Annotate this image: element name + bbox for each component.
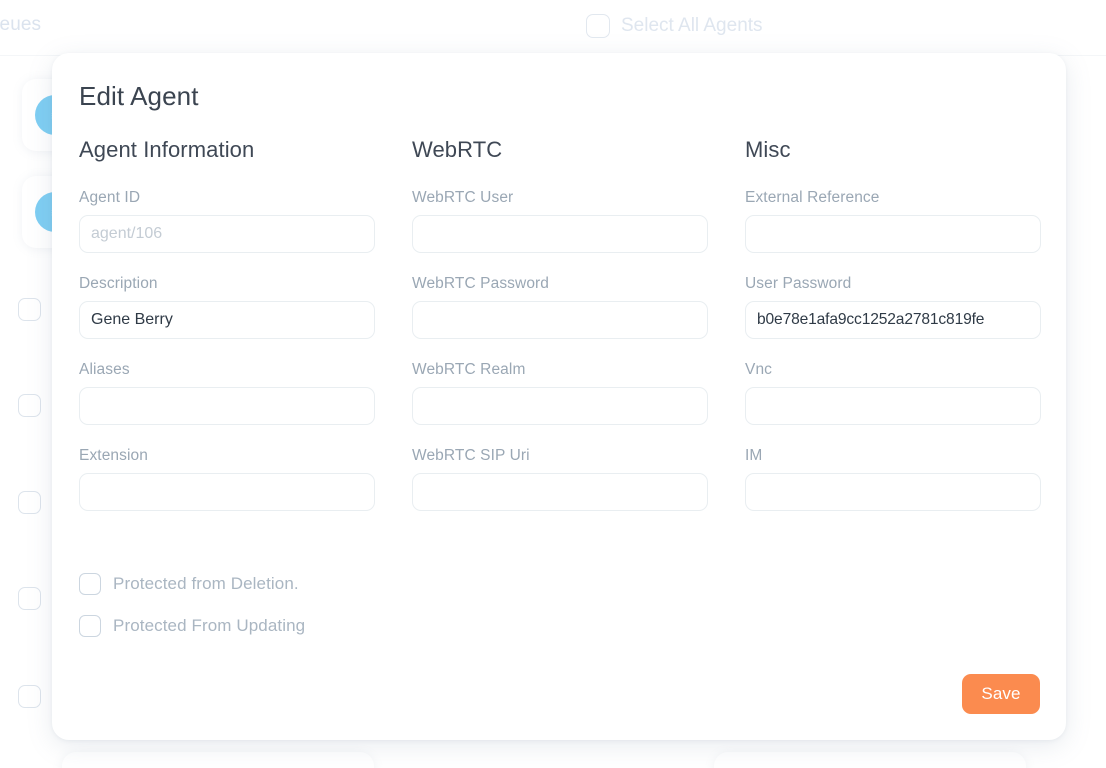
input-agent-id[interactable]: [79, 215, 375, 253]
checkbox-row-protected-from-updating[interactable]: Protected From Updating: [79, 615, 305, 637]
field-webrtc-user: WebRTC User: [412, 189, 708, 253]
label-agent-id: Agent ID: [79, 189, 141, 206]
label-external-reference: External Reference: [745, 189, 880, 206]
section-heading-agent-information: Agent Information: [79, 137, 255, 162]
input-external-reference[interactable]: [745, 215, 1041, 253]
label-im: IM: [745, 447, 763, 464]
field-extension: Extension: [79, 447, 375, 511]
input-description[interactable]: [79, 301, 375, 339]
agent-row-checkbox[interactable]: [18, 394, 41, 417]
field-description: Description: [79, 275, 375, 339]
agent-row-checkbox[interactable]: [18, 587, 41, 610]
protected-from-deletion-checkbox[interactable]: [79, 573, 101, 595]
form-columns: Agent Information Agent ID Description A…: [79, 137, 1041, 511]
column-misc: Misc External Reference User Password Vn…: [745, 137, 1041, 511]
breadcrumb-queues[interactable]: Queues: [0, 14, 41, 36]
section-heading-misc: Misc: [745, 137, 791, 162]
section-heading-webrtc: WebRTC: [412, 137, 503, 162]
agent-row-checkbox[interactable]: [18, 298, 41, 321]
field-im: IM: [745, 447, 1041, 511]
agent-card[interactable]: [62, 752, 374, 768]
field-webrtc-password: WebRTC Password: [412, 275, 708, 339]
field-webrtc-realm: WebRTC Realm: [412, 361, 708, 425]
protected-from-updating-checkbox[interactable]: [79, 615, 101, 637]
input-extension[interactable]: [79, 473, 375, 511]
agent-card[interactable]: [714, 752, 1026, 768]
field-user-password: User Password: [745, 275, 1041, 339]
app-root: Queues Select All Agents ≡ ≡ Edit Agent …: [0, 0, 1106, 768]
select-all-agents-checkbox[interactable]: [586, 14, 610, 38]
column-agent-information: Agent Information Agent ID Description A…: [79, 137, 375, 511]
checkbox-row-protected-from-deletion[interactable]: Protected from Deletion.: [79, 573, 305, 595]
select-all-agents-label: Select All Agents: [621, 15, 763, 36]
dialog-title: Edit Agent: [79, 81, 199, 111]
label-vnc: Vnc: [745, 361, 773, 378]
input-im[interactable]: [745, 473, 1041, 511]
protected-from-updating-label: Protected From Updating: [113, 616, 306, 635]
input-webrtc-realm[interactable]: [412, 387, 708, 425]
field-vnc: Vnc: [745, 361, 1041, 425]
label-webrtc-user: WebRTC User: [412, 189, 514, 206]
label-user-password: User Password: [745, 275, 852, 292]
field-webrtc-sip-uri: WebRTC SIP Uri: [412, 447, 708, 511]
label-aliases: Aliases: [79, 361, 130, 378]
edit-agent-dialog: Edit Agent Agent Information Agent ID De…: [52, 53, 1066, 740]
input-webrtc-password[interactable]: [412, 301, 708, 339]
field-agent-id: Agent ID: [79, 189, 375, 253]
input-aliases[interactable]: [79, 387, 375, 425]
field-aliases: Aliases: [79, 361, 375, 425]
label-webrtc-sip-uri: WebRTC SIP Uri: [412, 447, 530, 464]
agent-row-checkbox[interactable]: [18, 685, 41, 708]
input-webrtc-sip-uri[interactable]: [412, 473, 708, 511]
input-user-password[interactable]: [745, 301, 1041, 339]
input-webrtc-user[interactable]: [412, 215, 708, 253]
label-webrtc-password: WebRTC Password: [412, 275, 550, 292]
agent-row-checkbox[interactable]: [18, 491, 41, 514]
input-vnc[interactable]: [745, 387, 1041, 425]
label-webrtc-realm: WebRTC Realm: [412, 361, 526, 378]
save-button[interactable]: Save: [962, 674, 1040, 714]
column-webrtc: WebRTC WebRTC User WebRTC Password WebRT…: [412, 137, 708, 511]
protected-from-deletion-label: Protected from Deletion.: [113, 574, 299, 593]
label-extension: Extension: [79, 447, 148, 464]
protection-options: Protected from Deletion. Protected From …: [79, 573, 305, 637]
select-all-agents-row[interactable]: Select All Agents: [586, 14, 763, 38]
label-description: Description: [79, 275, 158, 292]
field-external-reference: External Reference: [745, 189, 1041, 253]
